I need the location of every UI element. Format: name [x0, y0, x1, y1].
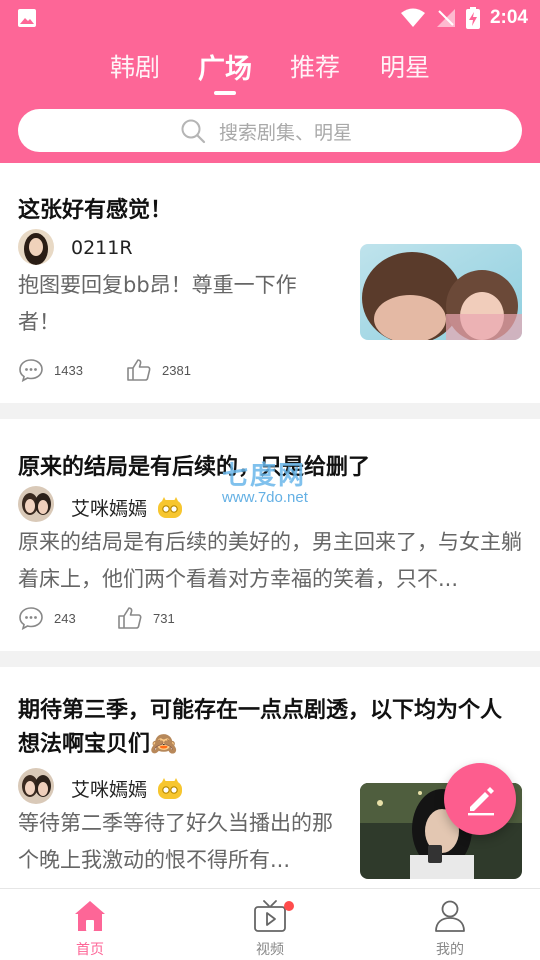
nav-profile[interactable]: 我的: [400, 889, 500, 960]
search-placeholder: 搜索剧集、明星: [219, 122, 353, 144]
tab-stars[interactable]: 明星: [380, 48, 430, 84]
like-count[interactable]: 731: [117, 606, 175, 630]
thumbs-up-icon: [127, 359, 151, 381]
watermark-url: www.7do.net: [222, 489, 308, 506]
post-title[interactable]: 这张好有感觉！: [18, 192, 172, 224]
nav-home-label: 首页: [76, 942, 104, 958]
comment-icon: [19, 607, 43, 630]
battery-charging-icon: [465, 7, 480, 29]
like-count[interactable]: 2381: [126, 358, 191, 382]
comment-count-value: 243: [54, 610, 76, 626]
post-title[interactable]: 原来的结局是有后续的，只是给删了: [18, 449, 370, 481]
avatar[interactable]: [18, 486, 54, 522]
author-name[interactable]: 艾咪嫣嫣: [71, 775, 147, 802]
post-card[interactable]: 这张好有感觉！ 0211R 抱图要回复bb昂！尊重一下作者！ 1433 2381: [0, 163, 540, 403]
comment-count[interactable]: 1433: [18, 358, 83, 382]
pencil-icon: [468, 787, 494, 816]
active-tab-indicator: [214, 91, 236, 95]
search-icon: [181, 119, 206, 144]
tv-icon: [254, 900, 286, 932]
nav-profile-label: 我的: [436, 942, 464, 958]
compose-post-button[interactable]: [444, 763, 516, 835]
home-icon: [75, 901, 105, 931]
image-notification-icon: [18, 9, 36, 27]
tab-square[interactable]: 广场: [198, 47, 252, 86]
tab-recommend[interactable]: 推荐: [290, 48, 340, 84]
like-count-value: 731: [153, 610, 175, 626]
bottom-nav: 首页 视频 我的: [0, 888, 540, 960]
status-time: 2:04: [489, 7, 528, 28]
profile-icon: [435, 900, 465, 932]
post-excerpt: 等待第二季等待了好久当播出的那个晚上我激动的恨不得所有...: [18, 811, 333, 872]
comment-count[interactable]: 243: [18, 606, 76, 630]
like-count-value: 2381: [162, 362, 191, 378]
author-name[interactable]: 艾咪嫣嫣: [71, 494, 147, 521]
post-excerpt: 抱图要回复bb昂！尊重一下作者！: [18, 273, 297, 334]
search-bar[interactable]: 搜索剧集、明星: [18, 109, 522, 152]
vip-badge-icon: [158, 497, 182, 518]
watermark-title: 七度网: [222, 461, 307, 491]
no-signal-icon: [436, 9, 455, 27]
post-title[interactable]: 期待第三季，可能存在一点点剧透，以下均为个人想法啊宝贝们🙈: [18, 694, 518, 762]
post-card[interactable]: 原来的结局是有后续的，只是给删了 艾咪嫣嫣 原来的结局是有后续的美好的，男主回来…: [0, 419, 540, 651]
wifi-icon: [400, 8, 425, 27]
app-header: 2:04 韩剧 广场 推荐 明星 搜索剧集、明星: [0, 0, 540, 163]
nav-home[interactable]: 首页: [40, 889, 140, 960]
top-tabs: 韩剧 广场 推荐 明星: [0, 48, 540, 98]
comment-icon: [19, 359, 43, 382]
watermark: 七度网 www.7do.net: [222, 455, 308, 506]
avatar[interactable]: [18, 229, 54, 265]
notification-dot: [284, 901, 294, 911]
post-thumbnail[interactable]: [360, 244, 522, 340]
comment-count-value: 1433: [54, 362, 83, 378]
post-excerpt: 原来的结局是有后续的美好的，男主回来了，与女主躺着床上，他们两个看着对方幸福的笑…: [18, 530, 522, 591]
tab-korean-drama[interactable]: 韩剧: [110, 48, 160, 84]
avatar[interactable]: [18, 768, 54, 804]
author-name[interactable]: 0211R: [71, 237, 133, 259]
status-bar: 2:04: [0, 0, 540, 36]
vip-badge-icon: [158, 778, 182, 799]
thumbs-up-icon: [118, 607, 142, 629]
nav-video-label: 视频: [256, 942, 284, 958]
nav-video[interactable]: 视频: [220, 889, 320, 960]
